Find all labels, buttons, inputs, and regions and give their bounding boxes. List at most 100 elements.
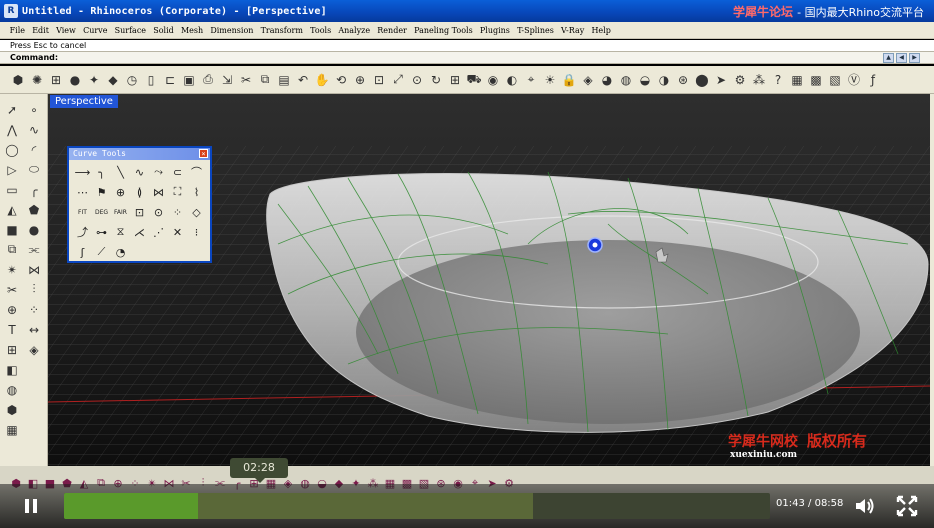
seek-bar[interactable] — [64, 493, 770, 519]
boolean-icon[interactable]: ⧉ — [2, 240, 22, 259]
group-icon[interactable]: ⊞ — [2, 340, 22, 359]
diamond-icon[interactable]: ◇ — [187, 202, 206, 222]
viewport-label[interactable]: Perspective — [50, 95, 118, 108]
zoom-window-icon[interactable]: ⊡ — [371, 71, 387, 89]
hook-icon[interactable]: ʃ — [73, 242, 92, 262]
vray-icon[interactable]: Ⓥ — [846, 71, 862, 89]
sphere-icon[interactable]: ● — [67, 71, 83, 89]
new-icon[interactable]: ▯ — [143, 71, 159, 89]
solid-box-icon[interactable]: ■ — [2, 220, 22, 239]
light-icon[interactable]: ☀ — [542, 71, 558, 89]
panel-icon[interactable]: ▦ — [789, 71, 805, 89]
menu-transform[interactable]: Transform — [257, 26, 307, 35]
blend-curve-icon[interactable]: ∿ — [130, 162, 149, 182]
menu-solid[interactable]: Solid — [150, 26, 178, 35]
visibility-icon[interactable]: ◐ — [504, 71, 520, 89]
offset-icon[interactable]: ⫘ — [24, 240, 44, 259]
menu-surface[interactable]: Surface — [111, 26, 150, 35]
grid-icon[interactable]: ⊞ — [48, 71, 64, 89]
menu-paneling-tools[interactable]: Paneling Tools — [410, 26, 476, 35]
car-icon[interactable]: ⛟ — [466, 71, 482, 89]
match-icon[interactable]: ⚑ — [92, 182, 111, 202]
menu-view[interactable]: View — [53, 26, 80, 35]
menu-edit[interactable]: Edit — [29, 26, 53, 35]
layer-icon[interactable]: ◈ — [24, 340, 44, 359]
sun-icon[interactable]: ✺ — [29, 71, 45, 89]
color-icon[interactable]: ◕ — [599, 71, 615, 89]
array-icon[interactable]: ⁘ — [24, 300, 44, 319]
menu-v-ray[interactable]: V-Ray — [557, 26, 587, 35]
menu-t-splines[interactable]: T-Splines — [514, 26, 558, 35]
star-icon[interactable]: ✦ — [86, 71, 102, 89]
rebuild-icon[interactable]: ⋯ — [73, 182, 92, 202]
polyline-icon[interactable]: ⋀ — [2, 120, 22, 139]
arc-blend-icon[interactable]: ⌒ — [187, 162, 206, 182]
extend-curve-icon[interactable]: ⟶ — [73, 162, 92, 182]
map-icon[interactable]: ▧ — [827, 71, 843, 89]
chamfer-curve-icon[interactable]: ╲ — [111, 162, 130, 182]
solid-sphere-icon[interactable]: ● — [24, 220, 44, 239]
box-icon[interactable]: ⬢ — [10, 71, 26, 89]
undo-icon[interactable]: ↶ — [295, 71, 311, 89]
curve-boolean-icon[interactable]: ⛶ — [168, 182, 187, 202]
clock-icon[interactable]: ◷ — [124, 71, 140, 89]
trim-icon[interactable]: ✂ — [2, 280, 22, 299]
menu-mesh[interactable]: Mesh — [177, 26, 206, 35]
zoom-icon[interactable]: ⊕ — [352, 71, 368, 89]
zoom-selected-icon[interactable]: ⊙ — [409, 71, 425, 89]
points-icon[interactable]: ⁘ — [168, 202, 187, 222]
fit-curve-button[interactable]: FIT — [73, 202, 92, 222]
ellipse-icon[interactable]: ⬭ — [24, 160, 44, 179]
fillet-icon[interactable]: ╭ — [24, 180, 44, 199]
paste-icon[interactable]: ▤ — [276, 71, 292, 89]
simplify-icon[interactable]: ⊙ — [149, 202, 168, 222]
layer-icon[interactable]: ◈ — [580, 71, 596, 89]
line-tangent-icon[interactable]: ⟋ — [92, 242, 111, 262]
fillet-curve-icon[interactable]: ╮ — [92, 162, 111, 182]
fullscreen-button[interactable] — [892, 491, 922, 521]
menu-file[interactable]: File — [6, 26, 29, 35]
text-icon[interactable]: T — [2, 320, 22, 339]
menu-analyze[interactable]: Analyze — [335, 26, 374, 35]
insert-knot-icon[interactable]: ⤴ — [73, 222, 92, 242]
snap-icon[interactable]: ⌖ — [523, 71, 539, 89]
render-icon[interactable]: ◍ — [2, 380, 22, 399]
grid-toggle-icon[interactable]: ⊞ — [447, 71, 463, 89]
remove-knot-icon[interactable]: ⧖ — [111, 222, 130, 242]
scroll-right-icon[interactable]: ▶ — [909, 53, 920, 63]
zoom-extents-icon[interactable]: ⤢ — [390, 71, 406, 89]
menu-plugins[interactable]: Plugins — [476, 26, 513, 35]
scene-icon[interactable]: ▩ — [808, 71, 824, 89]
environment-icon[interactable]: ◑ — [656, 71, 672, 89]
pointer-icon[interactable]: ➤ — [713, 71, 729, 89]
point-icon[interactable]: ∘ — [24, 100, 44, 119]
explode-icon[interactable]: ✴ — [2, 260, 22, 279]
scroll-left-icon[interactable]: ◀ — [896, 53, 907, 63]
cluster-icon[interactable]: ⁂ — [751, 71, 767, 89]
split-icon[interactable]: ⫶ — [24, 280, 44, 299]
open-icon[interactable]: ⊏ — [162, 71, 178, 89]
copy-icon[interactable]: ⧉ — [257, 71, 273, 89]
volume-button[interactable] — [850, 491, 880, 521]
save-icon[interactable]: ▣ — [181, 71, 197, 89]
gear-icon[interactable]: ⚙ — [732, 71, 748, 89]
scroll-up-icon[interactable]: ▲ — [883, 53, 894, 63]
cut-icon[interactable]: ✂ — [238, 71, 254, 89]
select-arrow-icon[interactable]: ➚ — [2, 100, 22, 119]
cube-icon[interactable]: ◧ — [2, 360, 22, 379]
symmetry-icon[interactable]: ≬ — [130, 182, 149, 202]
offset-curve-icon[interactable]: ⊂ — [168, 162, 187, 182]
dimension-icon[interactable]: ↔ — [24, 320, 44, 339]
triangle-icon[interactable]: ▷ — [2, 160, 22, 179]
surface-icon[interactable]: ◭ — [2, 200, 22, 219]
import-icon[interactable]: ⇲ — [219, 71, 235, 89]
rectangle-icon[interactable]: ▭ — [2, 180, 22, 199]
wire-icon[interactable]: ⊛ — [675, 71, 691, 89]
material-icon[interactable]: ◒ — [637, 71, 653, 89]
spiral-icon[interactable]: ◔ — [111, 242, 130, 262]
fd-icon[interactable]: ƒ — [865, 71, 881, 89]
close-icon[interactable]: × — [199, 149, 208, 158]
menu-curve[interactable]: Curve — [79, 26, 111, 35]
kink-icon[interactable]: ⋌ — [130, 222, 149, 242]
menu-tools[interactable]: Tools — [307, 26, 335, 35]
